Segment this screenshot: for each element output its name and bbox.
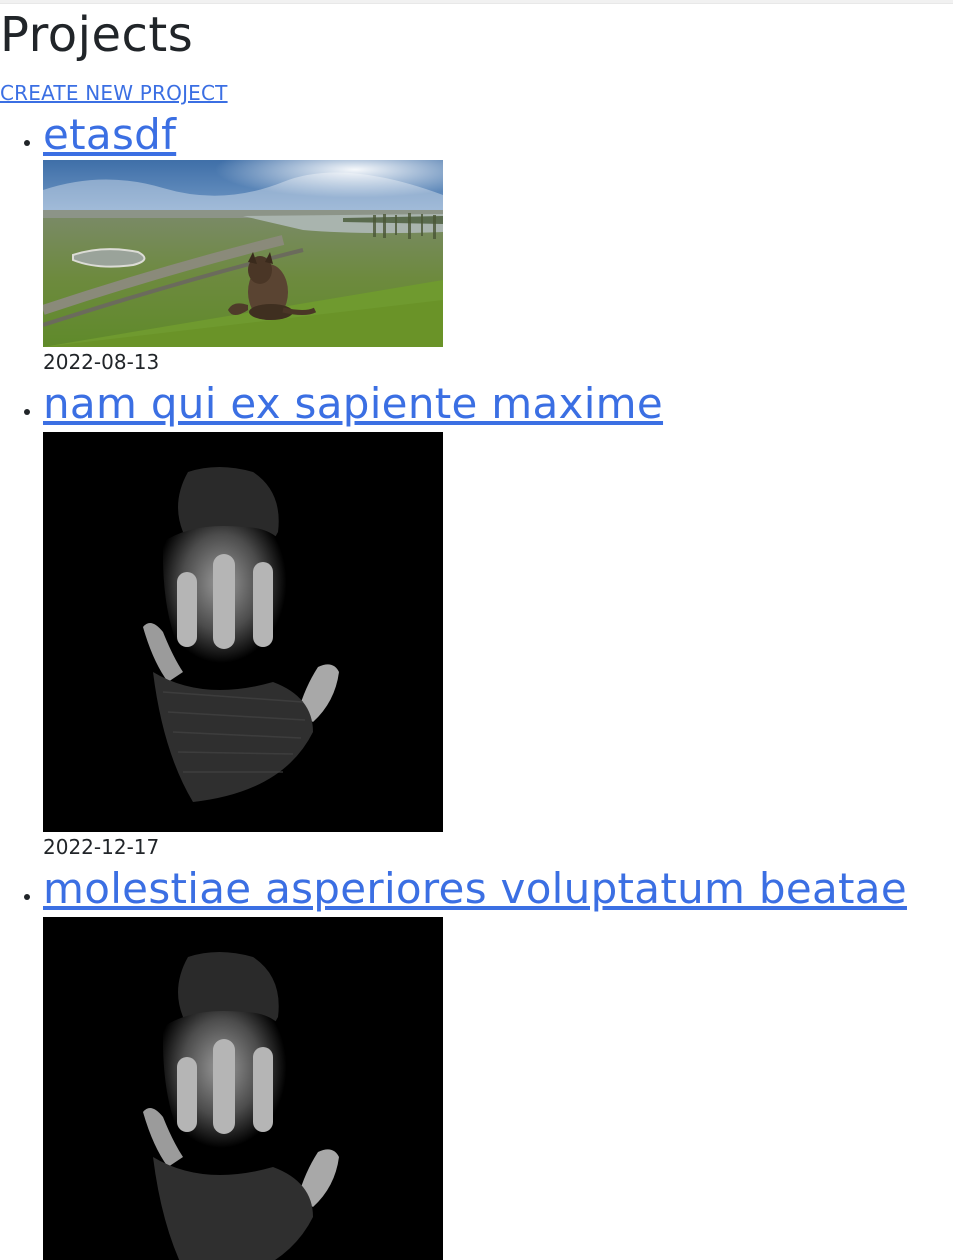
project-image[interactable] (43, 160, 443, 347)
project-image[interactable] (43, 917, 443, 1260)
hand-dark-image (43, 432, 443, 832)
project-image[interactable] (43, 432, 443, 832)
project-list: etasdf (0, 108, 953, 1260)
page-title: Projects (0, 7, 194, 63)
project-date: 2022-08-13 (43, 350, 160, 374)
project-date: 2022-12-17 (43, 835, 160, 859)
project-title-link[interactable]: etasdf (43, 108, 176, 162)
hand-dark-image (43, 917, 443, 1260)
list-item: molestiae asperiores voluptatum beatae (43, 862, 953, 1260)
dog-landscape-image (43, 160, 443, 347)
list-item: etasdf (43, 108, 953, 377)
project-title-link[interactable]: nam qui ex sapiente maxime (43, 377, 663, 431)
project-title-link[interactable]: molestiae asperiores voluptatum beatae (43, 862, 907, 916)
list-item: nam qui ex sapiente maxime (43, 377, 953, 862)
create-new-project-link[interactable]: CREATE NEW PROJECT (0, 78, 953, 108)
